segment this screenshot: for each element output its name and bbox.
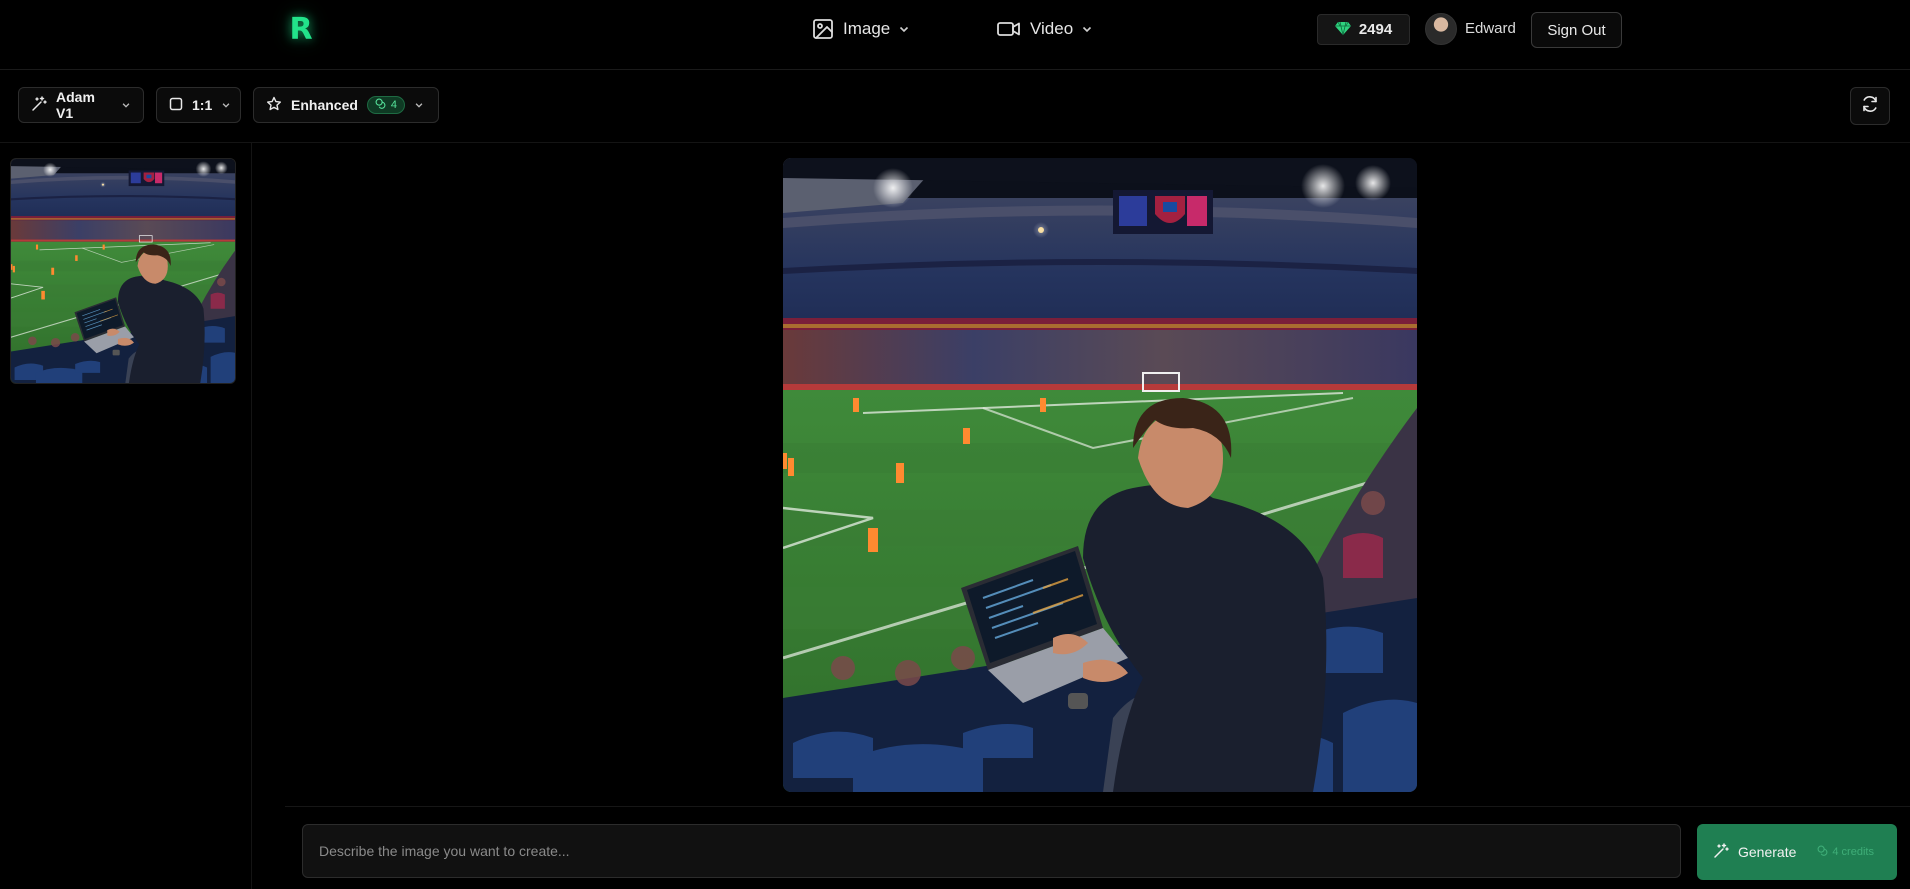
generate-credits-label: 4 credits [1832, 846, 1874, 858]
generated-image[interactable] [783, 158, 1417, 792]
sign-out-button[interactable]: Sign Out [1531, 12, 1622, 48]
avatar[interactable] [1425, 13, 1457, 45]
chevron-down-icon [121, 97, 131, 113]
image-icon [811, 17, 835, 41]
chevron-down-icon [414, 97, 424, 113]
coins-icon [375, 98, 386, 112]
aspect-ratio-select[interactable]: 1:1 [156, 87, 241, 123]
history-sidebar [0, 143, 252, 889]
square-icon [169, 97, 183, 114]
top-bar: R Image Video 2494 Edward Sign Out [0, 0, 1910, 70]
credits-balance[interactable]: 2494 [1317, 14, 1410, 45]
history-thumbnail[interactable] [10, 158, 236, 384]
sparkle-wand-icon [31, 95, 47, 115]
nav-video-label: Video [1030, 19, 1074, 38]
refresh-icon [1861, 95, 1879, 118]
chevron-down-icon [898, 23, 910, 35]
settings-toolbar: Adam V1 1:1 Enhanced 4 [0, 70, 1910, 143]
gem-icon [1334, 20, 1351, 40]
nav-video-menu[interactable]: Video [996, 14, 1093, 44]
quality-cost: 4 [390, 99, 398, 111]
nav-image-menu[interactable]: Image [811, 14, 910, 44]
sparkle-wand-icon [1713, 842, 1729, 862]
quality-cost-badge: 4 [366, 96, 406, 114]
star-icon [266, 96, 282, 115]
chevron-down-icon [221, 97, 231, 113]
prompt-input[interactable] [302, 824, 1681, 878]
generate-cost: 4 credits [1817, 845, 1874, 859]
nav-image-label: Image [843, 19, 891, 38]
ratio-label: 1:1 [192, 97, 213, 113]
chevron-down-icon [1081, 23, 1093, 35]
user-name: Edward [1465, 20, 1516, 37]
quality-select[interactable]: Enhanced 4 [253, 87, 439, 123]
app-logo[interactable]: R [283, 10, 319, 48]
video-icon [996, 17, 1022, 41]
model-label: Adam V1 [56, 89, 95, 121]
refresh-button[interactable] [1850, 87, 1890, 125]
generate-button[interactable]: Generate 4 credits [1697, 824, 1897, 880]
generate-label: Generate [1738, 844, 1797, 860]
content-divider [285, 806, 1910, 807]
model-select[interactable]: Adam V1 [18, 87, 144, 123]
coins-icon [1817, 845, 1828, 859]
credits-count: 2494 [1358, 21, 1393, 38]
quality-label: Enhanced [291, 97, 358, 113]
